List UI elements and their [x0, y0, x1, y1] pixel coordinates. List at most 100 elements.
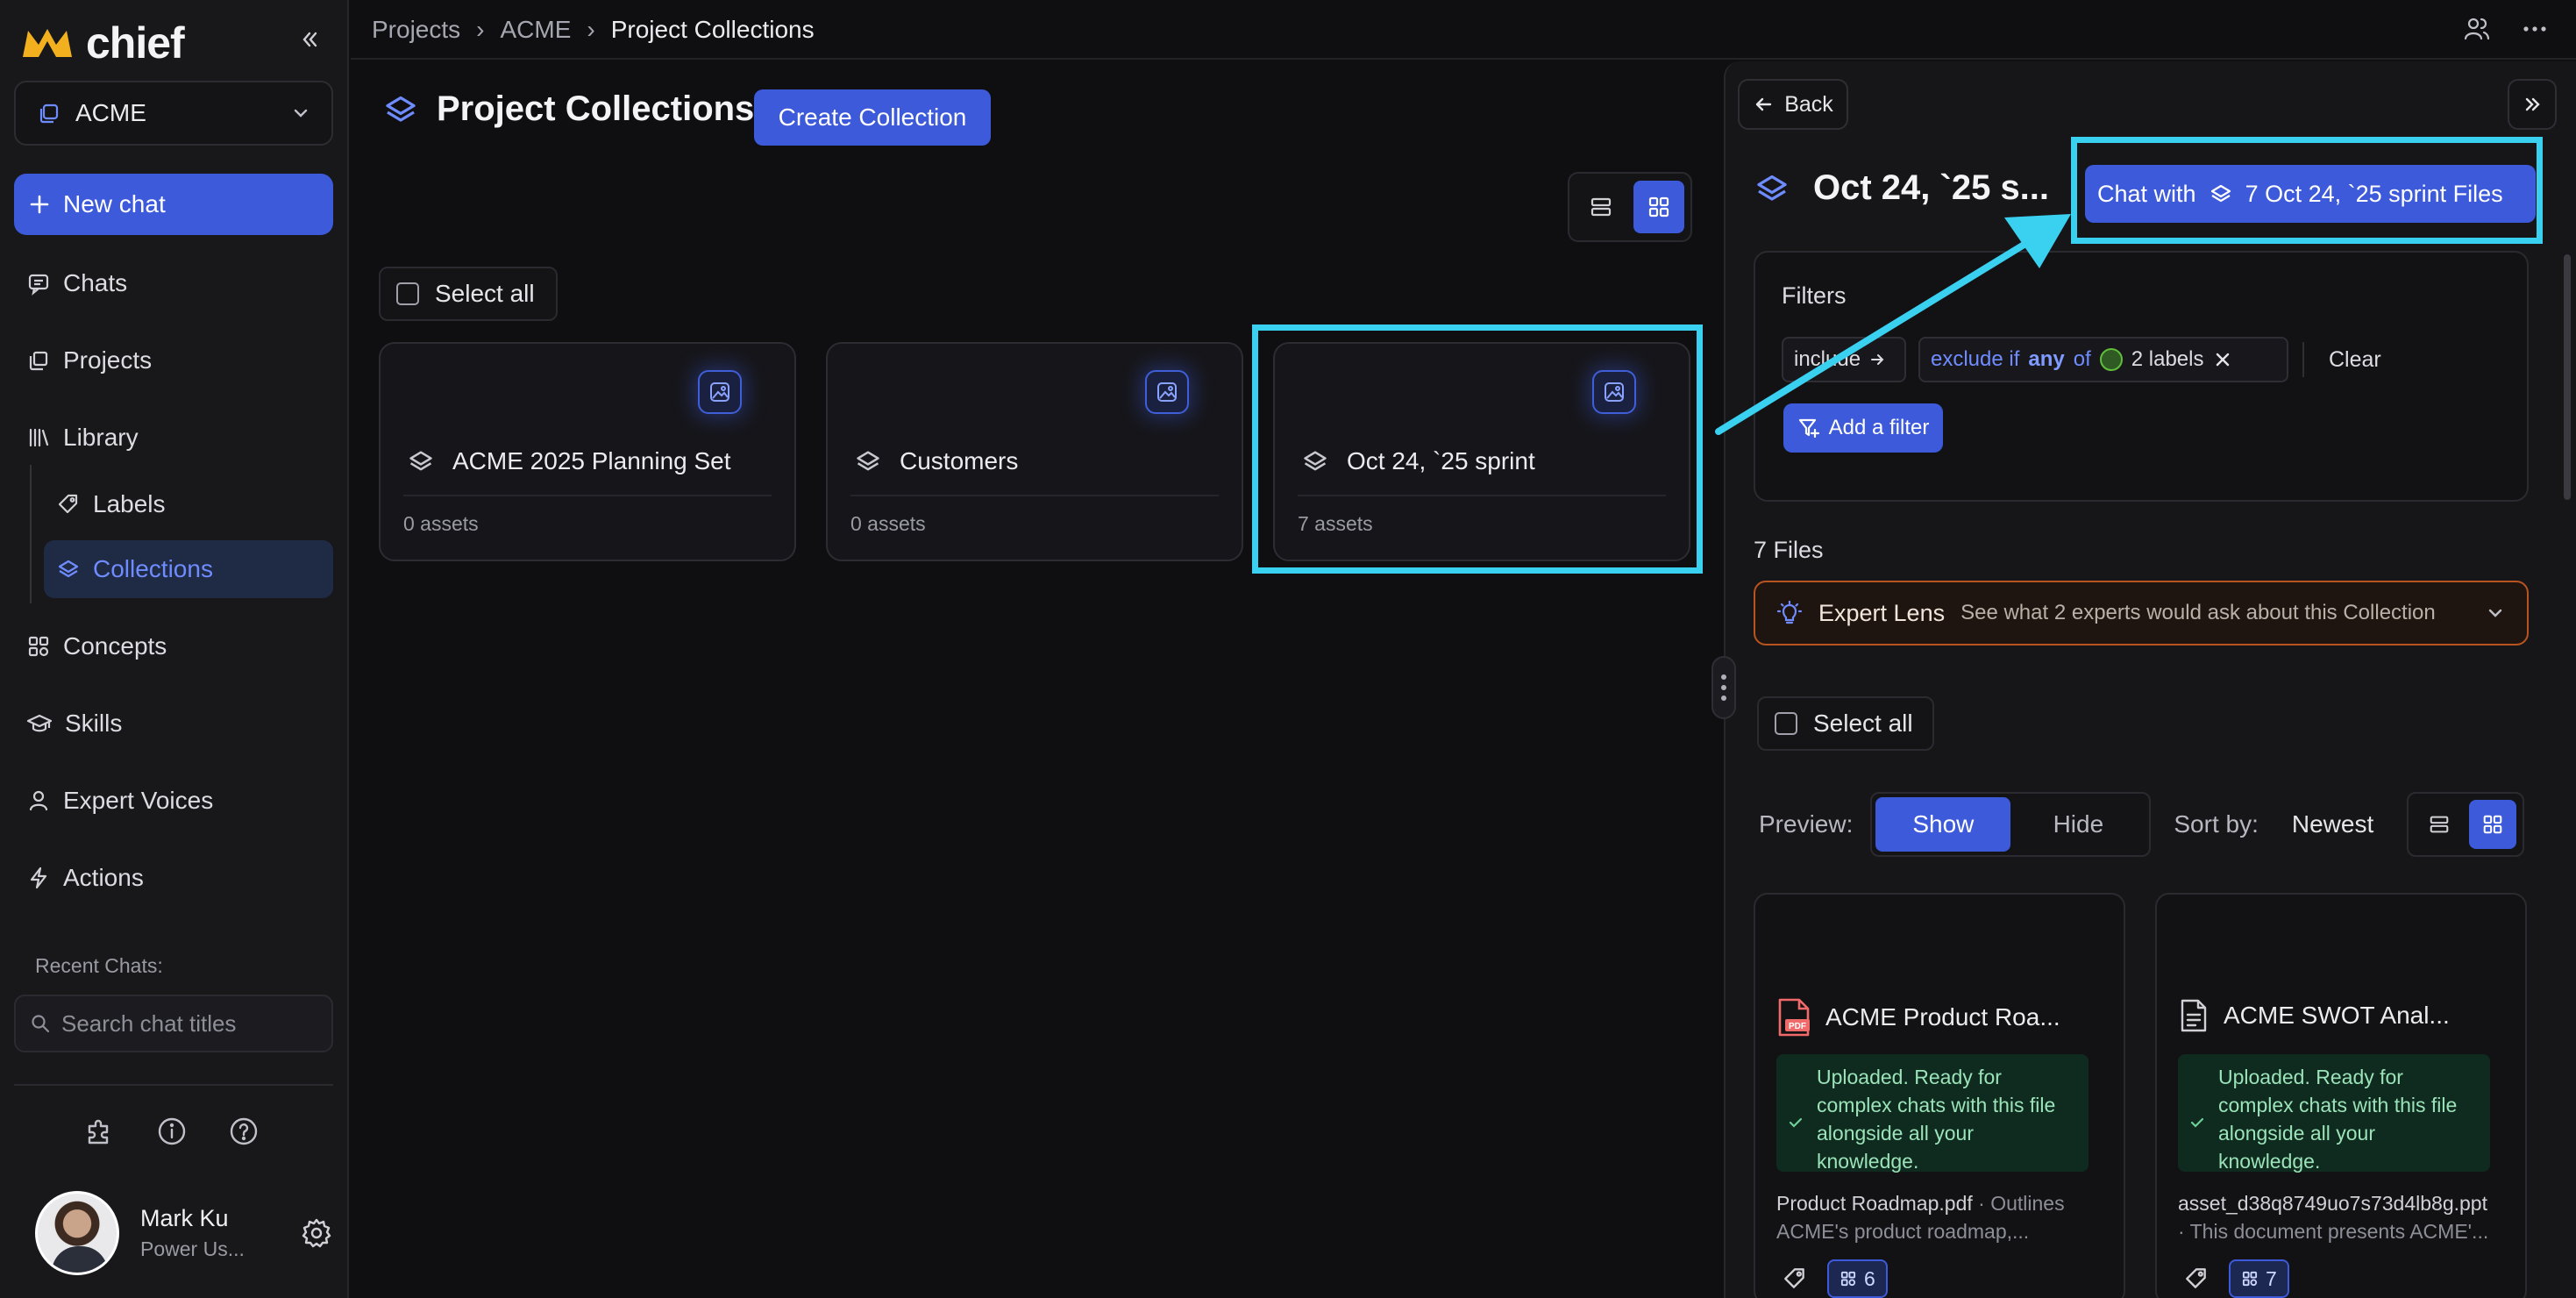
tag-icon[interactable]	[1782, 1266, 1808, 1292]
sidebar-item-labels[interactable]: Labels	[44, 475, 333, 533]
clear-filters-button[interactable]: Clear	[2329, 347, 2381, 373]
select-all-checkbox[interactable]	[396, 282, 419, 305]
collection-card-acme-2025[interactable]: ACME 2025 Planning Set 0 assets	[379, 342, 796, 561]
collection-title: Customers	[854, 447, 1018, 475]
file-filename: Product Roadmap.pdf	[1776, 1192, 1973, 1215]
library-icon	[29, 428, 49, 447]
preview-label: Preview:	[1759, 810, 1854, 838]
sidebar-item-projects[interactable]: Projects	[14, 332, 333, 389]
logo[interactable]: chief	[19, 18, 185, 68]
chip-separator	[2302, 342, 2304, 377]
back-label: Back	[1784, 91, 1833, 117]
highlight-box-chat-with	[2071, 137, 2543, 244]
arrow-right-icon	[1871, 354, 1884, 365]
select-all-files-checkbox[interactable]	[1775, 712, 1797, 735]
puzzle-icon	[88, 1119, 109, 1145]
new-chat-button[interactable]: New chat	[14, 174, 333, 235]
close-icon[interactable]	[2213, 350, 2232, 369]
sidebar-item-concepts[interactable]: Concepts	[14, 617, 333, 675]
card-divider	[403, 495, 772, 496]
sidebar-item-actions[interactable]: Actions	[14, 849, 333, 907]
panel-scrollbar[interactable]	[2564, 254, 2571, 500]
filters-label: Filters	[1782, 282, 1847, 309]
help-button[interactable]	[228, 1116, 260, 1147]
create-collection-button[interactable]: Create Collection	[754, 89, 991, 146]
gear-icon[interactable]	[300, 1216, 333, 1250]
sidebar-item-label: Projects	[63, 346, 153, 374]
grid-view-button[interactable]	[1633, 181, 1684, 233]
sidebar-item-expert-voices[interactable]: Expert Voices	[14, 772, 333, 830]
breadcrumb-separator: ›	[587, 16, 595, 43]
integrations-button[interactable]	[84, 1116, 116, 1147]
sidebar-item-label: Library	[63, 424, 139, 451]
sidebar-item-label: Labels	[93, 490, 166, 517]
info-button[interactable]	[156, 1116, 188, 1147]
sidebar-item-skills[interactable]: Skills	[14, 695, 333, 752]
preview-hide-button[interactable]: Hide	[2010, 797, 2145, 852]
select-all-files[interactable]: Select all	[1757, 696, 1934, 751]
user-role: Power Us...	[140, 1237, 245, 1260]
file-card-swot-analysis[interactable]: ACME SWOT Anal... Uploaded. Ready for co…	[2155, 893, 2527, 1298]
sidebar-item-collections[interactable]: Collections	[44, 540, 333, 598]
files-count: 7 Files	[1754, 537, 1824, 563]
add-filter-button[interactable]: Add a filter	[1783, 403, 1943, 453]
files-grid-view-button[interactable]	[2468, 800, 2516, 849]
search-icon	[32, 1015, 50, 1033]
search-chat-input[interactable]: Search chat titles	[14, 995, 333, 1052]
file-card-product-roadmap[interactable]: PDF ACME Product Roa... Uploaded. Ready …	[1754, 893, 2125, 1298]
file-desc-1: · Outlines	[1972, 1192, 2065, 1215]
tag-icon[interactable]	[2183, 1266, 2210, 1292]
files-list-view-button[interactable]	[2416, 800, 2463, 849]
arrow-left-icon	[1756, 97, 1772, 111]
sidebar-divider	[14, 1084, 333, 1086]
more-options-icon[interactable]	[2520, 14, 2550, 44]
panel-title: Oct 24, `25 s...	[1813, 168, 2050, 207]
sort-dropdown[interactable]: Newest	[2292, 810, 2373, 838]
projects-icon	[29, 351, 48, 371]
drag-dot	[1721, 674, 1726, 680]
concepts-count-badge[interactable]: 6	[1827, 1259, 1888, 1298]
users-icon[interactable]	[2462, 14, 2492, 44]
sidebar-item-chats[interactable]: Chats	[14, 254, 333, 312]
expert-lens-banner[interactable]: Expert Lens See what 2 experts would ask…	[1754, 581, 2529, 645]
breadcrumb-projects[interactable]: Projects	[372, 16, 460, 44]
exclude-filter-chip[interactable]: exclude if any of 2 labels	[1918, 337, 2288, 382]
sort-label: Sort by:	[2174, 810, 2259, 838]
concepts-count-badge[interactable]: 7	[2229, 1259, 2289, 1298]
breadcrumb-acme[interactable]: ACME	[500, 16, 571, 44]
preview-toggle: Show Hide	[1870, 792, 2152, 857]
select-all-collections[interactable]: Select all	[379, 267, 558, 321]
workspace-selector[interactable]: ACME	[14, 81, 333, 146]
file-name: ACME SWOT Anal...	[2224, 1002, 2450, 1029]
panel-resize-handle[interactable]	[1711, 656, 1736, 719]
filter-add-icon	[1798, 418, 1819, 439]
exclude-prefix: exclude if	[1931, 347, 2020, 371]
add-filter-label: Add a filter	[1828, 416, 1930, 439]
page-header: Project Collections	[382, 89, 754, 129]
avatar	[35, 1191, 119, 1275]
exclude-of: of	[2073, 347, 2091, 371]
back-button[interactable]: Back	[1738, 79, 1848, 130]
collapse-sidebar-button[interactable]	[295, 25, 324, 54]
page-title: Project Collections	[437, 89, 755, 128]
list-view-icon	[2430, 816, 2448, 833]
user-meta: Mark Ku Power Us...	[140, 1205, 279, 1261]
tag-icon	[58, 494, 78, 514]
chevron-down-icon	[2488, 609, 2502, 617]
sidebar-item-library[interactable]: Library	[14, 409, 333, 467]
list-view-button[interactable]	[1576, 181, 1626, 233]
plus-icon	[30, 195, 49, 214]
check-icon	[1789, 1117, 1803, 1128]
concepts-icon	[2242, 1271, 2258, 1287]
concepts-count: 7	[2266, 1266, 2277, 1290]
include-filter-chip[interactable]: include	[1782, 337, 1906, 382]
layers-icon	[857, 451, 879, 471]
collection-card-customers[interactable]: Customers 0 assets	[826, 342, 1243, 561]
nav-tree-line	[30, 465, 32, 603]
user-profile[interactable]: Mark Ku Power Us...	[35, 1191, 333, 1275]
preview-show-button[interactable]: Show	[1875, 797, 2011, 852]
image-icon	[1145, 370, 1189, 414]
expand-panel-button[interactable]	[2508, 79, 2557, 130]
help-icon	[230, 1117, 258, 1145]
sidebar-item-label: Collections	[93, 555, 213, 582]
